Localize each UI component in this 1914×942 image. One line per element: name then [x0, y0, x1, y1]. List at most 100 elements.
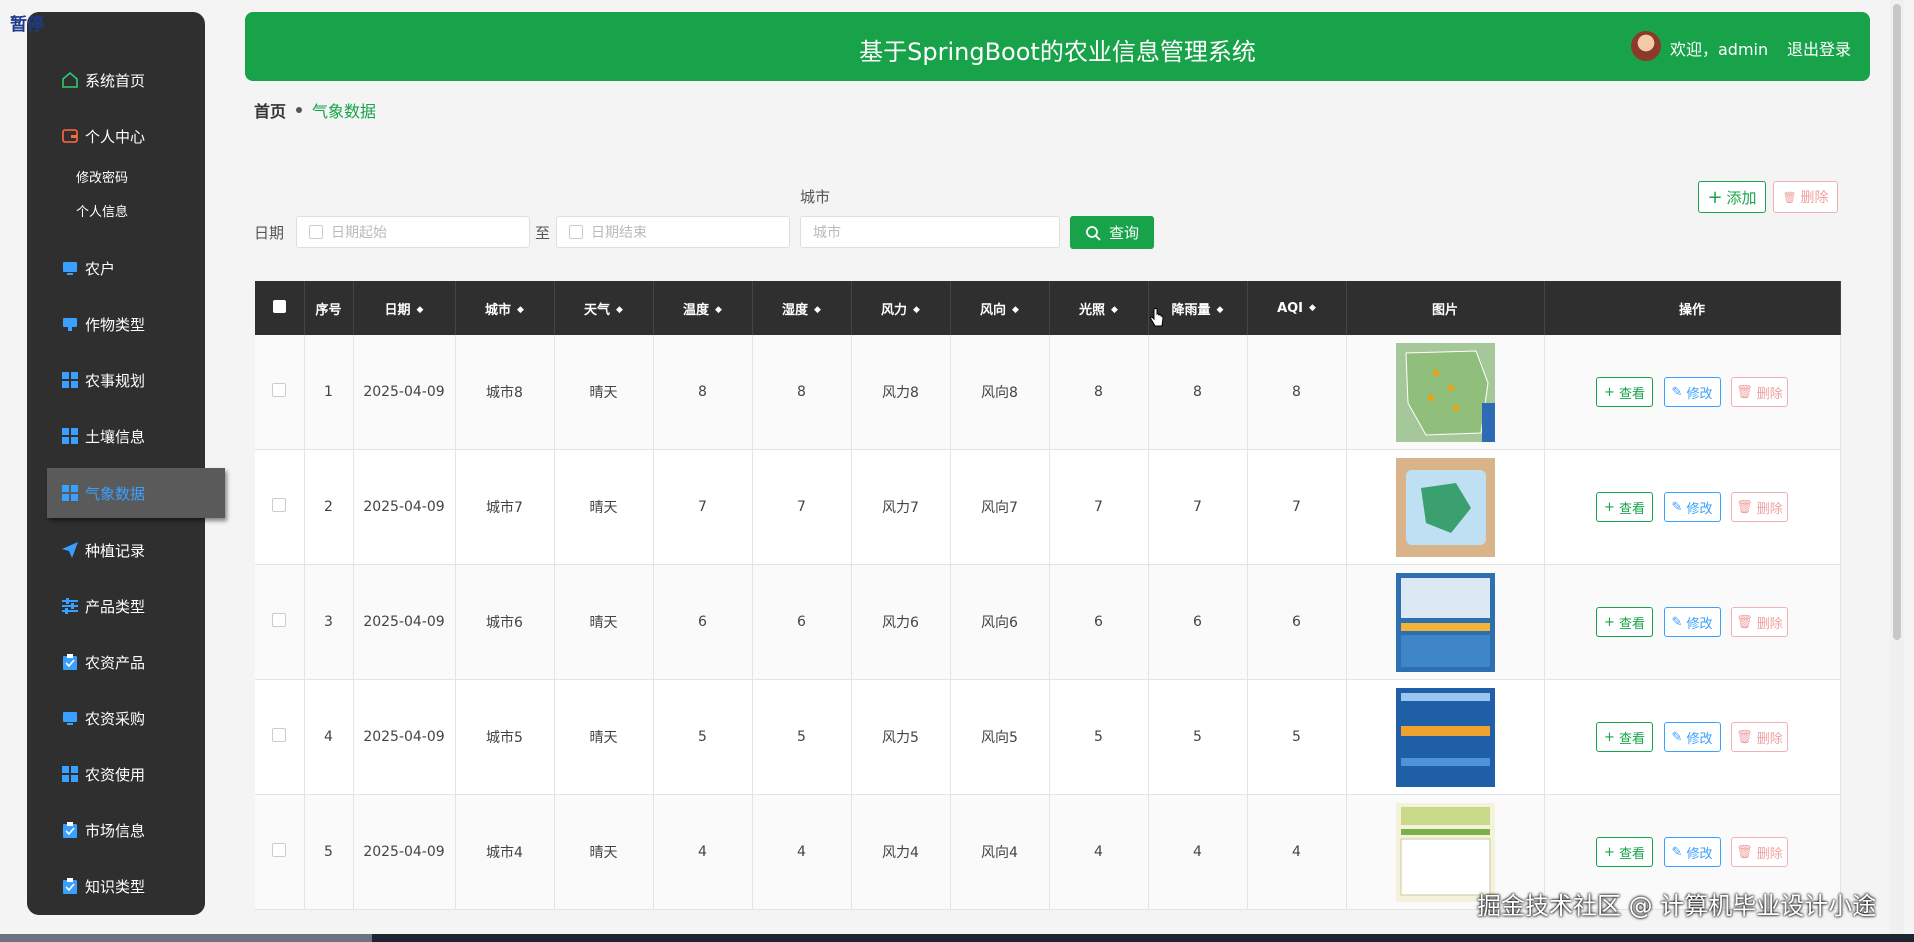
cell-image[interactable] [1346, 679, 1545, 795]
weather-image[interactable] [1395, 802, 1495, 902]
sort-icon: ◆ [517, 305, 524, 315]
edit-button[interactable]: ✎ 修改 [1663, 722, 1721, 752]
date-start-input[interactable]: 日期起始 [296, 216, 530, 248]
sort-icon: ◆ [1216, 305, 1224, 315]
add-button[interactable]: + 添加 [1698, 181, 1766, 213]
cell-date: 2025-04-09 [353, 335, 456, 450]
calendar-icon [309, 225, 323, 239]
row-checkbox[interactable] [255, 794, 305, 910]
search-button[interactable]: 查询 [1070, 216, 1154, 249]
grid-icon [61, 427, 79, 445]
view-button[interactable]: + 查看 [1596, 837, 1654, 867]
avatar[interactable] [1631, 31, 1661, 61]
sidebar-item-label: 农事规划 [85, 371, 146, 390]
row-checkbox[interactable] [255, 564, 305, 680]
cell-date: 2025-04-09 [353, 794, 456, 910]
table-row: 4 2025-04-09 城市5 晴天 5 5 风力5 风向5 5 5 5 + 查看 ✎ 修改 🗑 … [255, 679, 1841, 795]
sidebar-item-weather-data[interactable]: 气象数据 [47, 468, 225, 518]
column-header[interactable]: 天气 ◆ [554, 281, 654, 335]
cell-city: 城市5 [455, 679, 555, 795]
sort-icon: ◆ [416, 305, 424, 315]
welcome-text: 欢迎，admin [1670, 40, 1769, 59]
video-progress-bar[interactable] [0, 934, 1914, 942]
weather-image[interactable] [1395, 342, 1495, 442]
delete-button[interactable]: 🗑 删除 [1773, 181, 1838, 213]
cell-image[interactable] [1346, 335, 1545, 450]
trash-icon: 🗑 [1782, 190, 1797, 204]
cell-wind: 风力8 [851, 335, 951, 450]
sidebar-item-farmers[interactable]: 农户 [27, 248, 205, 288]
edit-button[interactable]: ✎ 修改 [1663, 492, 1721, 522]
column-header[interactable]: 城市 ◆ [455, 281, 555, 335]
edit-button[interactable]: ✎ 修改 [1663, 377, 1721, 407]
sidebar-item-farm-planning[interactable]: 农事规划 [27, 360, 205, 400]
sliders-icon [61, 597, 79, 615]
sidebar-item-planting-records[interactable]: 种植记录 [27, 530, 205, 570]
sidebar-item-agri-products[interactable]: 农资产品 [27, 642, 205, 682]
sidebar-subitem-change-password[interactable]: 修改密码 [76, 167, 128, 186]
row-checkbox[interactable] [255, 679, 305, 795]
delete-button-label: 删除 [1800, 190, 1829, 206]
sidebar-item-agri-usage[interactable]: 农资使用 [27, 754, 205, 794]
sidebar-item-home[interactable]: 系统首页 [27, 60, 205, 100]
select-all-checkbox[interactable] [255, 281, 305, 335]
row-delete-button[interactable]: 🗑 删除 [1730, 492, 1788, 522]
sidebar-item-market-info[interactable]: 市场信息 [27, 810, 205, 850]
column-header[interactable]: 湿度 ◆ [752, 281, 852, 335]
view-button[interactable]: + 查看 [1596, 492, 1654, 522]
send-icon [61, 541, 79, 559]
row-delete-button[interactable]: 🗑 删除 [1730, 837, 1788, 867]
cell-city: 城市6 [455, 564, 555, 680]
row-delete-button[interactable]: 🗑 删除 [1730, 607, 1788, 637]
view-button[interactable]: + 查看 [1596, 722, 1654, 752]
sidebar-item-label: 市场信息 [85, 821, 146, 840]
sidebar-subitem-personal-info[interactable]: 个人信息 [76, 201, 128, 220]
column-header[interactable]: 日期 ◆ [353, 281, 456, 335]
cell-rain: 7 [1148, 449, 1248, 565]
cell-no: 1 [304, 335, 354, 450]
sidebar-item-personal-center[interactable]: 个人中心 [27, 116, 205, 156]
cell-city: 城市4 [455, 794, 555, 910]
cell-aqi: 4 [1247, 794, 1347, 910]
logout-link[interactable]: 退出登录 [1787, 36, 1851, 60]
grid-icon [61, 371, 79, 389]
sidebar-item-knowledge-types[interactable]: 知识类型 [27, 866, 205, 906]
clipboard-icon [61, 821, 79, 839]
monitor-icon [61, 259, 79, 277]
edit-button[interactable]: ✎ 修改 [1663, 837, 1721, 867]
vertical-scrollbar[interactable] [1890, 0, 1904, 942]
city-input[interactable]: 城市 [800, 216, 1060, 248]
weather-image[interactable] [1395, 572, 1495, 672]
column-header[interactable]: 温度 ◆ [653, 281, 753, 335]
row-checkbox[interactable] [255, 335, 305, 450]
sidebar-item-crop-types[interactable]: 作物类型 [27, 304, 205, 344]
cell-wind: 风力4 [851, 794, 951, 910]
row-delete-button[interactable]: 🗑 删除 [1730, 722, 1788, 752]
weather-image[interactable] [1395, 457, 1495, 557]
date-end-input[interactable]: 日期结束 [556, 216, 790, 248]
sidebar-item-label: 产品类型 [85, 597, 146, 616]
column-header[interactable]: 光照 ◆ [1049, 281, 1149, 335]
view-button[interactable]: + 查看 [1596, 377, 1654, 407]
sidebar-item-soil-info[interactable]: 土壤信息 [27, 416, 205, 456]
weather-image[interactable] [1395, 687, 1495, 787]
sidebar-item-agri-purchase[interactable]: 农资采购 [27, 698, 205, 738]
cell-humidity: 7 [752, 449, 852, 565]
cell-image[interactable] [1346, 564, 1545, 680]
column-header[interactable]: 风力 ◆ [851, 281, 951, 335]
row-checkbox[interactable] [255, 449, 305, 565]
row-delete-button[interactable]: 🗑 删除 [1730, 377, 1788, 407]
breadcrumb-home[interactable]: 首页 [254, 98, 286, 122]
sidebar-item-label: 农资使用 [85, 765, 146, 784]
column-header[interactable]: AQI ◆ [1247, 281, 1347, 335]
edit-button[interactable]: ✎ 修改 [1663, 607, 1721, 637]
sidebar-item-product-types[interactable]: 产品类型 [27, 586, 205, 626]
cell-light: 7 [1049, 449, 1149, 565]
sidebar-item-label: 土壤信息 [85, 427, 146, 446]
sidebar-item-label: 系统首页 [85, 71, 146, 90]
app-title: 基于SpringBoot的农业信息管理系统 [859, 38, 1256, 66]
cell-image[interactable] [1346, 449, 1545, 565]
view-button[interactable]: + 查看 [1596, 607, 1654, 637]
column-header[interactable]: 风向 ◆ [950, 281, 1050, 335]
scrollbar-thumb[interactable] [1893, 4, 1901, 640]
